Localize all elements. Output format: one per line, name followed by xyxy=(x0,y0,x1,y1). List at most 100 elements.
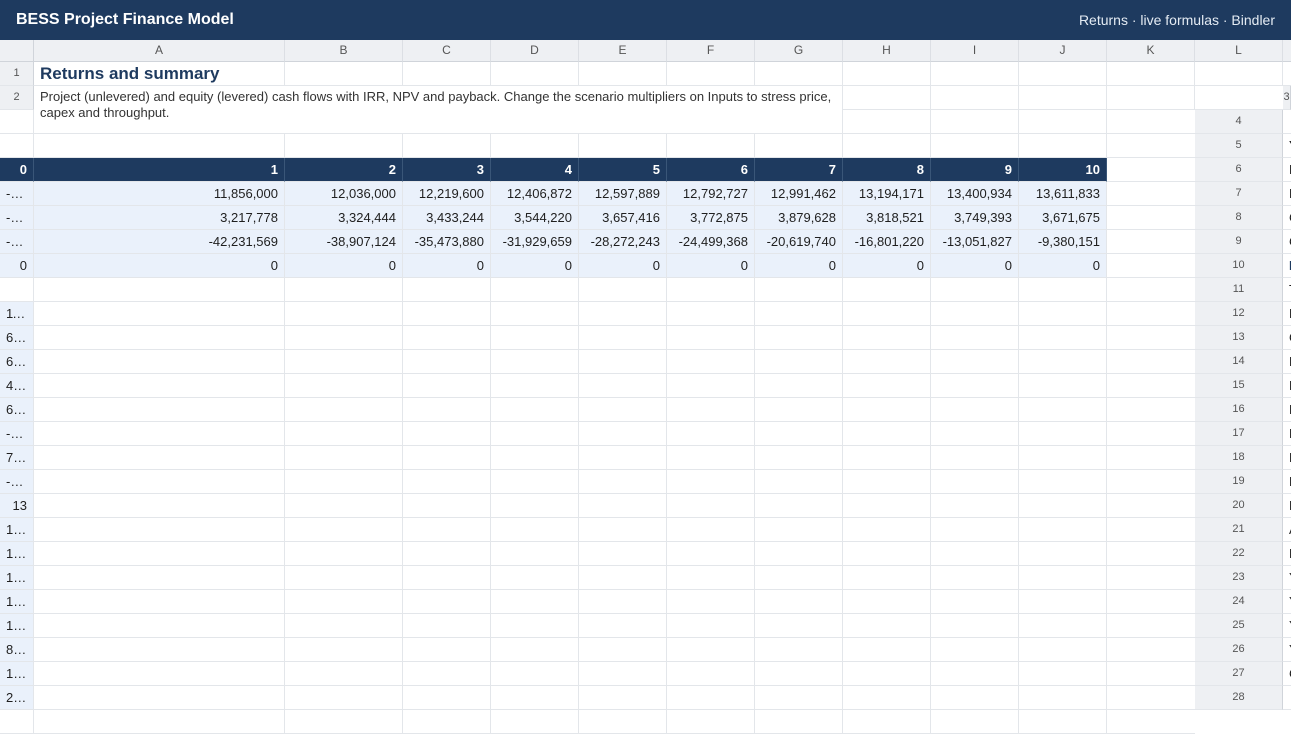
cell[interactable] xyxy=(931,686,1019,710)
cell[interactable] xyxy=(34,686,285,710)
row-header-11[interactable]: 11 xyxy=(1195,278,1283,302)
cell[interactable] xyxy=(491,62,579,86)
cell[interactable] xyxy=(931,494,1019,518)
cell[interactable] xyxy=(1019,710,1107,734)
row-header-3[interactable]: 3 xyxy=(1283,86,1291,110)
cell[interactable] xyxy=(285,686,403,710)
year-header[interactable]: 6 xyxy=(667,158,755,182)
headline-label[interactable]: Equity invested xyxy=(1283,350,1291,374)
cashflow-value[interactable]: -20,619,740 xyxy=(755,230,843,254)
cell[interactable] xyxy=(34,302,285,326)
cell[interactable] xyxy=(843,470,931,494)
cell[interactable] xyxy=(843,686,931,710)
cell[interactable] xyxy=(1019,398,1107,422)
cell[interactable] xyxy=(285,374,403,398)
cell[interactable] xyxy=(755,374,843,398)
column-header-k[interactable]: K xyxy=(1107,40,1195,62)
cell[interactable] xyxy=(843,134,931,158)
cell[interactable] xyxy=(285,446,403,470)
cell[interactable] xyxy=(34,398,285,422)
cell[interactable] xyxy=(1019,542,1107,566)
headline-label[interactable]: Equity NPV at the equity discount rate xyxy=(1283,446,1291,470)
headline-label[interactable]: Minimum DSCR xyxy=(1283,494,1291,518)
headline-label[interactable]: Gearing achieved xyxy=(1283,326,1291,350)
cell[interactable] xyxy=(285,326,403,350)
cell[interactable] xyxy=(931,350,1019,374)
cell[interactable] xyxy=(0,710,34,734)
cashflow-value[interactable]: 12,219,600 xyxy=(403,182,491,206)
cell[interactable] xyxy=(34,590,285,614)
cell[interactable] xyxy=(579,518,667,542)
cell[interactable] xyxy=(403,614,491,638)
year-header[interactable]: 0 xyxy=(0,158,34,182)
headline-value[interactable]: 141,620 xyxy=(0,662,34,686)
cell[interactable] xyxy=(491,470,579,494)
cell[interactable] xyxy=(491,566,579,590)
cashflow-value[interactable]: 3,818,521 xyxy=(843,206,931,230)
cell[interactable] xyxy=(285,470,403,494)
cell[interactable] xyxy=(931,566,1019,590)
headline-label[interactable]: Project IRR (unlevered) xyxy=(1283,374,1291,398)
cell[interactable] xyxy=(755,278,843,302)
cashflow-value[interactable]: -28,272,243 xyxy=(579,230,667,254)
cell[interactable] xyxy=(0,134,34,158)
cell[interactable] xyxy=(667,590,755,614)
cell[interactable] xyxy=(579,542,667,566)
headline-label[interactable]: Total project cost xyxy=(1283,278,1291,302)
cell[interactable] xyxy=(931,446,1019,470)
headline-label[interactable]: Debt drawn xyxy=(1283,302,1291,326)
year-label[interactable]: Year xyxy=(1283,134,1291,158)
cell[interactable] xyxy=(1019,422,1107,446)
cell[interactable] xyxy=(843,494,931,518)
headline-value[interactable]: -9,701,407 xyxy=(0,470,34,494)
cell[interactable] xyxy=(491,422,579,446)
cell[interactable] xyxy=(403,278,491,302)
cell[interactable] xyxy=(579,446,667,470)
cashflow-value[interactable]: 11,856,000 xyxy=(34,182,285,206)
row-header-5[interactable]: 5 xyxy=(1195,134,1283,158)
cell[interactable] xyxy=(34,134,285,158)
cell[interactable] xyxy=(579,326,667,350)
cell[interactable] xyxy=(667,566,755,590)
cell[interactable] xyxy=(491,350,579,374)
row-header-19[interactable]: 19 xyxy=(1195,470,1283,494)
headline-value[interactable]: 1.35 xyxy=(0,566,34,590)
cell[interactable] xyxy=(667,326,755,350)
cashflow-value[interactable]: -9,380,151 xyxy=(1019,230,1107,254)
row-header-22[interactable]: 22 xyxy=(1195,542,1283,566)
cell[interactable] xyxy=(491,590,579,614)
cashflow-value[interactable]: -13,051,827 xyxy=(931,230,1019,254)
cashflow-value[interactable]: 3,544,220 xyxy=(491,206,579,230)
column-header-l[interactable]: L xyxy=(1195,40,1283,62)
sheet-title[interactable]: Returns and summary xyxy=(34,62,285,86)
cashflow-value[interactable]: -42,231,569 xyxy=(34,230,285,254)
cell[interactable] xyxy=(755,446,843,470)
year-header[interactable]: 2 xyxy=(285,158,403,182)
cell[interactable] xyxy=(667,446,755,470)
cell[interactable] xyxy=(843,518,931,542)
cell[interactable] xyxy=(1019,566,1107,590)
cashflow-value[interactable]: 3,433,244 xyxy=(403,206,491,230)
headline-label[interactable]: Capex per kWh of nameplate energy xyxy=(1283,662,1291,686)
headline-value[interactable]: 13 xyxy=(0,494,34,518)
cell[interactable] xyxy=(931,278,1019,302)
cell[interactable] xyxy=(285,422,403,446)
cashflow-value[interactable]: 3,671,675 xyxy=(1019,206,1107,230)
headline-label[interactable]: Average DSCR xyxy=(1283,518,1291,542)
row-header-6[interactable]: 6 xyxy=(1195,158,1283,182)
headline-value[interactable]: 60.2% xyxy=(0,350,34,374)
cell[interactable] xyxy=(285,638,403,662)
row-header-12[interactable]: 12 xyxy=(1195,302,1283,326)
cell[interactable] xyxy=(931,518,1019,542)
cell[interactable] xyxy=(843,590,931,614)
spreadsheet-grid[interactable]: A B C D E F G H I J K L 1 Returns and summary 2 Project… xyxy=(0,40,1291,734)
cell[interactable] xyxy=(843,638,931,662)
column-header-h[interactable]: H xyxy=(843,40,931,62)
cell[interactable] xyxy=(755,350,843,374)
column-header-a[interactable]: A xyxy=(34,40,285,62)
cell[interactable] xyxy=(579,62,667,86)
cell[interactable] xyxy=(667,470,755,494)
cell[interactable] xyxy=(491,686,579,710)
cell[interactable] xyxy=(667,710,755,734)
cell[interactable] xyxy=(403,470,491,494)
